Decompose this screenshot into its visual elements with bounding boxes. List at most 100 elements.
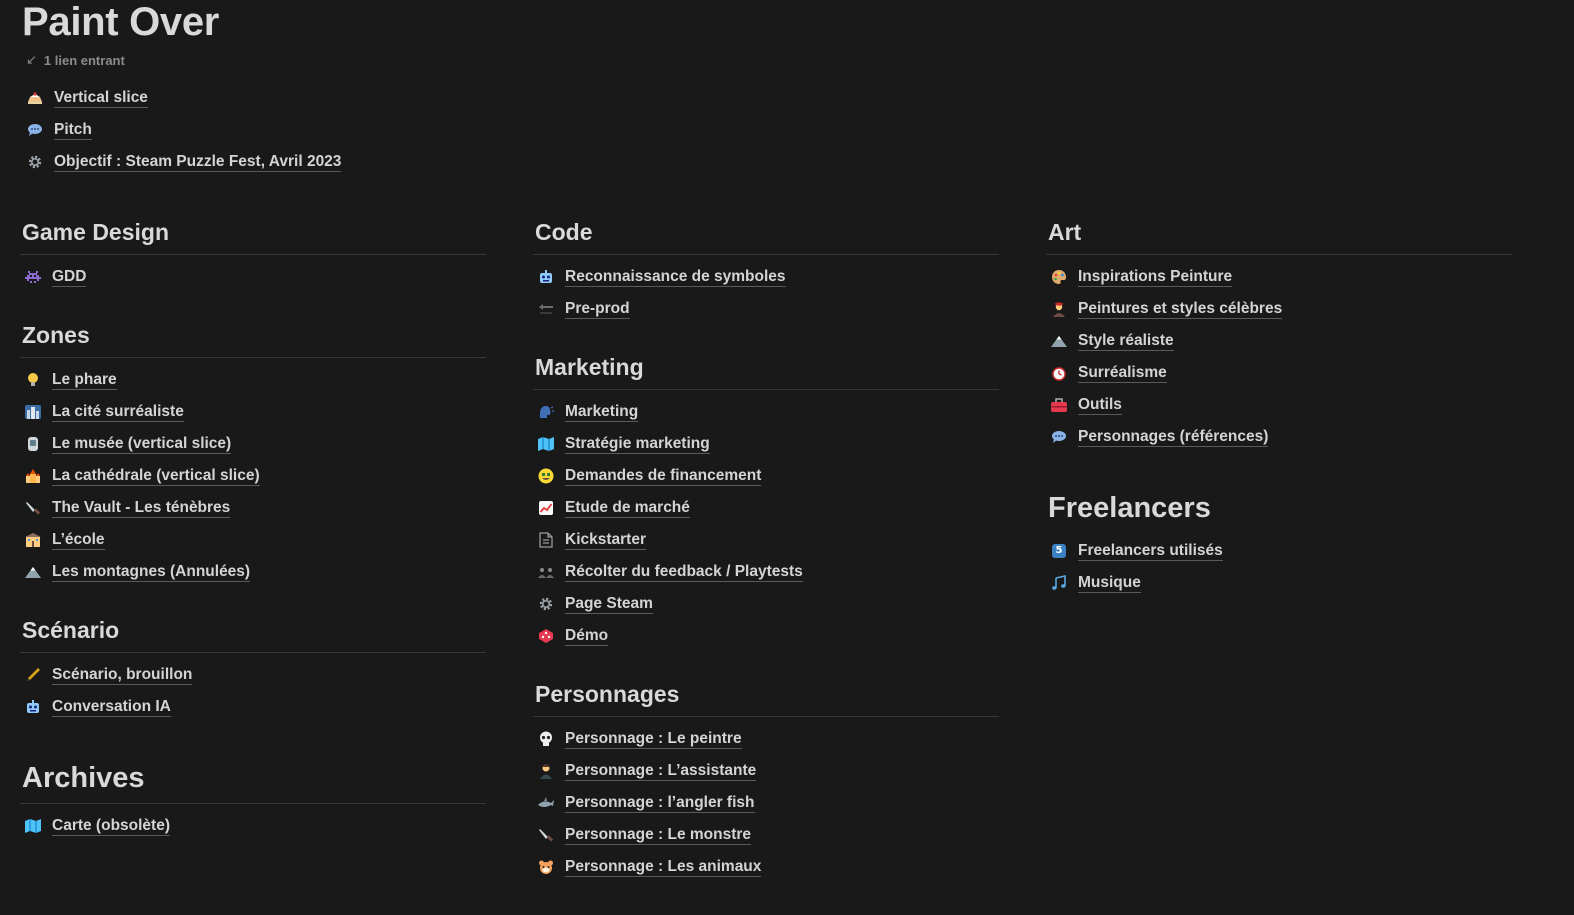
link-les-montagnes[interactable]: Les montagnes (Annulées) xyxy=(20,556,486,588)
link-demo[interactable]: Démo xyxy=(533,620,999,652)
section-scenario: Scénario Scénario, brouillon Conversatio… xyxy=(20,610,486,723)
link-personnage-animaux[interactable]: Personnage : Les animaux xyxy=(533,851,999,883)
skull-icon xyxy=(537,730,555,748)
link-label: Pitch xyxy=(54,121,92,140)
link-label: Demandes de financement xyxy=(565,467,762,486)
link-personnage-monstre[interactable]: Personnage : Le monstre xyxy=(533,819,999,851)
lightbulb-icon xyxy=(24,371,42,389)
artist-icon xyxy=(1050,300,1068,318)
link-label: Reconnaissance de symboles xyxy=(565,268,786,287)
gear-icon xyxy=(26,153,44,171)
map-icon xyxy=(537,435,555,453)
link-label: Personnage : L’assistante xyxy=(565,762,757,781)
section-heading: Personnages xyxy=(533,674,999,717)
link-kickstarter[interactable]: Kickstarter xyxy=(533,524,999,556)
museum-icon xyxy=(24,435,42,453)
link-inspirations-peinture[interactable]: Inspirations Peinture xyxy=(1046,261,1512,293)
section-heading: Code xyxy=(533,212,999,255)
palette-icon xyxy=(1050,268,1068,286)
link-demandes-financement[interactable]: Demandes de financement xyxy=(533,460,999,492)
link-pre-prod[interactable]: Pre-prod xyxy=(533,293,999,325)
link-personnages-references[interactable]: Personnages (références) xyxy=(1046,421,1512,453)
link-freelancers-utilises[interactable]: 5 Freelancers utilisés xyxy=(1046,535,1512,567)
document-icon xyxy=(537,531,555,549)
link-reconnaissance[interactable]: Reconnaissance de symboles xyxy=(533,261,999,293)
link-carte[interactable]: Carte (obsolète) xyxy=(20,810,486,842)
link-le-phare[interactable]: Le phare xyxy=(20,364,486,396)
link-personnage-angler-fish[interactable]: Personnage : l’angler fish xyxy=(533,787,999,819)
link-marketing[interactable]: Marketing xyxy=(533,396,999,428)
link-strategie-marketing[interactable]: Stratégie marketing xyxy=(533,428,999,460)
map-icon xyxy=(24,817,42,835)
link-label: Etude de marché xyxy=(565,499,690,518)
speaking-head-icon xyxy=(537,403,555,421)
city-icon xyxy=(24,403,42,421)
link-l-ecole[interactable]: L’école xyxy=(20,524,486,556)
link-label: Style réaliste xyxy=(1078,332,1174,351)
link-conversation-ia[interactable]: Conversation IA xyxy=(20,691,486,723)
music-notes-icon xyxy=(1050,574,1068,592)
link-page-steam[interactable]: Page Steam xyxy=(533,588,999,620)
gear-icon xyxy=(537,595,555,613)
shark-icon xyxy=(537,794,555,812)
link-pitch[interactable]: Pitch xyxy=(22,114,341,146)
die-icon xyxy=(537,627,555,645)
money-face-icon xyxy=(537,467,555,485)
link-label: Carte (obsolète) xyxy=(52,817,170,836)
hamster-icon xyxy=(537,858,555,876)
link-style-realiste[interactable]: Style réaliste xyxy=(1046,325,1512,357)
link-label: Inspirations Peinture xyxy=(1078,268,1233,287)
knife-icon xyxy=(24,499,42,517)
column-1: Game Design GDD Zones Le phare La cité s… xyxy=(20,212,486,864)
link-label: Vertical slice xyxy=(54,89,148,108)
link-objectif[interactable]: Objectif : Steam Puzzle Fest, Avril 2023 xyxy=(22,146,342,178)
link-etude-marche[interactable]: Etude de marché xyxy=(533,492,999,524)
link-la-cathedrale[interactable]: La cathédrale (vertical slice) xyxy=(20,460,486,492)
link-label: Les montagnes (Annulées) xyxy=(52,563,251,582)
link-vertical-slice[interactable]: Vertical slice xyxy=(22,82,341,114)
link-recolter-feedback[interactable]: Récolter du feedback / Playtests xyxy=(533,556,999,588)
arrow-down-left-icon: ↙ xyxy=(26,52,37,67)
link-label: La cathédrale (vertical slice) xyxy=(52,467,260,486)
link-personnage-assistante[interactable]: Personnage : L’assistante xyxy=(533,755,999,787)
link-label: Objectif : Steam Puzzle Fest, Avril 2023 xyxy=(54,153,342,172)
link-label: Marketing xyxy=(565,403,639,422)
page-title: Paint Over xyxy=(22,0,220,44)
page: Paint Over ↙ 1 lien entrant Vertical sli… xyxy=(0,0,1574,915)
backlinks-label: 1 lien entrant xyxy=(43,52,125,68)
link-scenario-brouillon[interactable]: Scénario, brouillon xyxy=(20,659,486,691)
link-personnage-peintre[interactable]: Personnage : Le peintre xyxy=(533,723,999,755)
school-icon xyxy=(24,531,42,549)
link-the-vault[interactable]: The Vault - Les ténèbres xyxy=(20,492,486,524)
section-heading: Zones xyxy=(20,315,486,358)
space-invader-icon xyxy=(24,268,42,286)
link-la-cite[interactable]: La cité surréaliste xyxy=(20,396,486,428)
section-heading: Game Design xyxy=(20,212,486,255)
link-peintures-styles[interactable]: Peintures et styles célèbres xyxy=(1046,293,1512,325)
section-heading: Archives xyxy=(20,757,486,804)
link-label: Personnage : Les animaux xyxy=(565,858,762,877)
section-heading: Art xyxy=(1046,212,1512,255)
link-label: Musique xyxy=(1078,574,1141,593)
link-outils[interactable]: Outils xyxy=(1046,389,1512,421)
section-art: Art Inspirations Peinture Peintures et s… xyxy=(1046,212,1512,453)
column-3: Art Inspirations Peinture Peintures et s… xyxy=(1046,212,1512,621)
knife-icon xyxy=(537,826,555,844)
link-musique[interactable]: Musique xyxy=(1046,567,1512,599)
robot-icon xyxy=(24,698,42,716)
link-gdd[interactable]: GDD xyxy=(20,261,486,293)
link-le-musee[interactable]: Le musée (vertical slice) xyxy=(20,428,486,460)
robot-icon xyxy=(537,268,555,286)
link-label: Le musée (vertical slice) xyxy=(52,435,232,454)
link-label: Personnage : Le peintre xyxy=(565,730,742,749)
backlinks[interactable]: ↙ 1 lien entrant xyxy=(26,52,125,68)
link-label: Surréalisme xyxy=(1078,364,1167,383)
chart-up-icon xyxy=(537,499,555,517)
column-2: Code Reconnaissance de symboles Pre-prod… xyxy=(533,212,999,905)
link-label: Démo xyxy=(565,627,609,646)
person-icon xyxy=(537,762,555,780)
link-label: Kickstarter xyxy=(565,531,646,550)
link-surrealisme[interactable]: Surréalisme xyxy=(1046,357,1512,389)
link-label: Récolter du feedback / Playtests xyxy=(565,563,803,582)
link-label: Stratégie marketing xyxy=(565,435,710,454)
